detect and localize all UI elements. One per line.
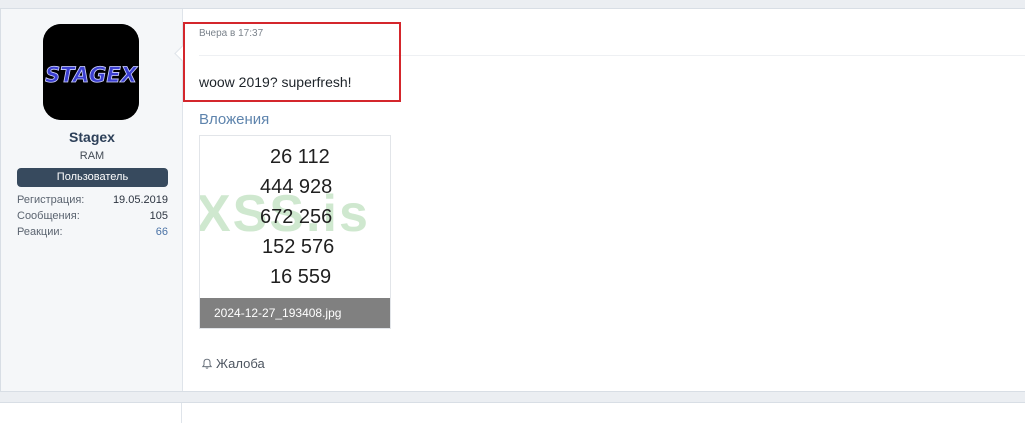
post: STAGEX Stagex RAM Пользователь Регистрац… [0, 8, 1025, 392]
preview-number: 672 256 [260, 206, 333, 228]
stat-value-link[interactable]: 66 [156, 224, 168, 240]
highlight-box [183, 22, 401, 102]
stat-label: Сообщения: [17, 210, 80, 222]
stat-label: Регистрация: [17, 194, 85, 206]
svg-text:STAGEX: STAGEX [45, 63, 139, 87]
stat-messages: Сообщения: 105 [17, 208, 168, 224]
avatar[interactable]: STAGEX [43, 24, 139, 120]
avatar-logo: STAGEX [43, 24, 139, 120]
username[interactable]: Stagex [1, 129, 183, 145]
report-label: Жалоба [216, 356, 265, 371]
report-link[interactable]: Жалоба [201, 356, 265, 371]
attachment-thumbnail[interactable]: XSS.is 26 112 444 928 672 256 152 576 16… [199, 135, 391, 329]
stat-value: 19.05.2019 [112, 194, 168, 206]
stat-registration: Регистрация: 19.05.2019 [17, 192, 168, 208]
next-post-separator [181, 403, 182, 423]
bell-icon [201, 358, 213, 369]
next-post [0, 402, 1025, 423]
stat-reactions: Реакции: 66 [17, 224, 168, 240]
preview-number: 16 559 [270, 266, 332, 288]
stat-value: 105 [149, 210, 168, 222]
user-stats: Регистрация: 19.05.2019 Сообщения: 105 Р… [17, 192, 168, 240]
post-user-cell: STAGEX Stagex RAM Пользователь Регистрац… [1, 9, 183, 391]
attachment-preview-numbers: 26 112 444 928 672 256 152 576 16 559 [200, 142, 390, 292]
attachments-title: Вложения [199, 111, 270, 128]
preview-number: 26 112 [270, 146, 330, 168]
user-banner: Пользователь [17, 168, 168, 187]
user-title: RAM [79, 150, 105, 162]
message-cell: Вчера в 17:37 woow 2019? superfresh! Вло… [183, 9, 1025, 391]
stat-label: Реакции: [17, 226, 63, 238]
preview-number: 152 576 [262, 236, 335, 258]
attachment-filename[interactable]: 2024-12-27_193408.jpg [200, 298, 390, 328]
preview-number: 444 928 [260, 176, 333, 198]
